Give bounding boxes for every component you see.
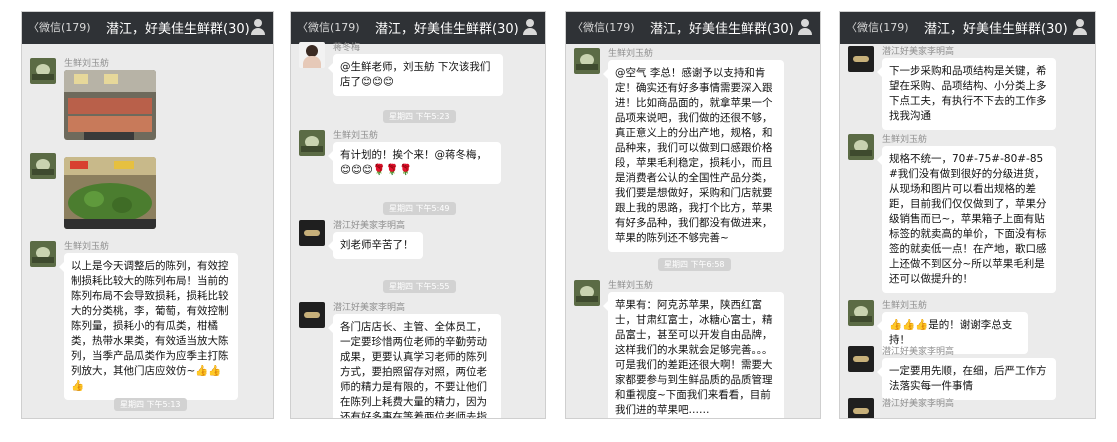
message-text: @空气 李总！感谢予以支持和肯定！确实还有好多事情需要深入跟进！比如商品面的，就… xyxy=(603,60,784,252)
avatar[interactable] xyxy=(848,346,874,372)
sender-name: 潜江好美家李明高 xyxy=(882,47,955,57)
group-members-icon[interactable] xyxy=(523,19,537,35)
message-text: 以上是今天调整后的陈列，有效控制损耗比较大的陈列布局！当前的陈列布局不会导致损耗… xyxy=(59,253,238,400)
sender-name: 生鲜刘玉舫 xyxy=(882,301,928,311)
avatar[interactable] xyxy=(30,58,56,84)
photo-fruit-display[interactable] xyxy=(64,70,156,140)
avatar[interactable] xyxy=(848,134,874,160)
chat-title: 潜江，好美佳生鲜群(30) xyxy=(650,22,794,37)
avatar[interactable] xyxy=(299,42,325,68)
sender-name: 潜江好美家李明高 xyxy=(882,347,955,357)
message-text: 下一步采购和品项结构是关键，希望在采购、品项结构、小分类上多下点工夫，有执行不下… xyxy=(877,58,1056,130)
sender-name: 蒋冬梅 xyxy=(333,43,361,53)
sender-name: 生鲜刘玉舫 xyxy=(608,49,654,59)
message: 潜江好美家李明高 xyxy=(848,398,1092,418)
fruit-display-photo xyxy=(64,70,156,140)
nav-bar: 〈微信(179) 潜江，好美佳生鲜群(30) xyxy=(22,12,273,44)
back-button[interactable]: 〈微信(179) xyxy=(28,19,91,35)
chat-title: 潜江，好美佳生鲜群(30) xyxy=(106,22,250,37)
message-text: @生鲜老师，刘玉舫 下次该我们店了😊😊😊 xyxy=(328,54,503,96)
message: 生鲜刘玉舫 有计划的！挨个来！@蒋冬梅，😊😊😊🌹🌹🌹 xyxy=(299,130,541,200)
timestamp: 星期四 下午5:49 xyxy=(383,202,456,215)
message: 潜江好美家李明高 各门店店长、主管、全体员工，一定要珍惜两位老师的辛勤劳动成果，… xyxy=(299,302,541,418)
chat-title: 潜江，好美佳生鲜群(30) xyxy=(924,22,1068,37)
sender-name: 生鲜刘玉舫 xyxy=(64,242,110,252)
avatar[interactable] xyxy=(299,130,325,156)
avatar[interactable] xyxy=(848,46,874,72)
message-text: 苹果有：阿克苏苹果，陕西红富士，甘肃红富士，冰糖心富士，精品富士，甚至可以开发自… xyxy=(603,292,784,418)
sender-name: 潜江好美家李明高 xyxy=(333,221,406,231)
message: 生鲜刘玉舫 xyxy=(30,58,270,153)
avatar[interactable] xyxy=(30,241,56,267)
sender-name: 生鲜刘玉舫 xyxy=(64,59,110,69)
avatar[interactable] xyxy=(848,398,874,418)
watermelon-display-photo xyxy=(64,157,156,229)
chat-screenshot-1: 〈微信(179) 潜江，好美佳生鲜群(30) 生鲜刘玉舫 生鲜刘玉舫 以上是今天… xyxy=(22,12,273,418)
nav-bar: 〈微信(179) 潜江，好美佳生鲜群(30) xyxy=(291,12,545,44)
back-button[interactable]: 〈微信(179) xyxy=(297,19,360,35)
back-button[interactable]: 〈微信(179) xyxy=(572,19,635,35)
message-text: 有计划的！挨个来！@蒋冬梅，😊😊😊🌹🌹🌹 xyxy=(328,142,501,184)
sender-name: 生鲜刘玉舫 xyxy=(882,135,928,145)
chat-title: 潜江，好美佳生鲜群(30) xyxy=(375,22,519,37)
group-members-icon[interactable] xyxy=(251,19,265,35)
message: 蒋冬梅 @生鲜老师，刘玉舫 下次该我们店了😊😊😊 xyxy=(299,42,541,106)
avatar[interactable] xyxy=(848,300,874,326)
sender-name: 潜江好美家李明高 xyxy=(882,399,955,409)
message xyxy=(30,153,270,241)
message-text: 各门店店长、主管、全体员工，一定要珍惜两位老师的辛勤劳动成果，更要认真学习老师的… xyxy=(328,314,501,418)
message: 生鲜刘玉舫 @空气 李总！感谢予以支持和肯定！确实还有好多事情需要深入跟进！比如… xyxy=(574,48,816,258)
message: 潜江好美家李明高 刘老师辛苦了！ xyxy=(299,220,541,272)
message: 潜江好美家李明高 一定要用先顺，在细，后严工作方法落实每一件事情 xyxy=(848,346,1092,400)
message: 潜江好美家李明高 下一步采购和品项结构是关键，希望在采购、品项结构、小分类上多下… xyxy=(848,46,1092,130)
timestamp: 星期四 下午5:23 xyxy=(383,110,456,123)
timestamp: 星期四 下午6:58 xyxy=(658,258,731,271)
chat-screenshot-2: 〈微信(179) 潜江，好美佳生鲜群(30) 蒋冬梅 @生鲜老师，刘玉舫 下次该… xyxy=(291,12,545,418)
chat-screenshot-3: 〈微信(179) 潜江，好美佳生鲜群(30) 生鲜刘玉舫 @空气 李总！感谢予以… xyxy=(566,12,820,418)
message: 生鲜刘玉舫 👍👍👍是的！谢谢李总支持！ xyxy=(848,300,1092,354)
avatar[interactable] xyxy=(299,220,325,246)
timestamp: 星期四 下午5:13 xyxy=(114,398,187,411)
message-text: 规格不统一，70#-75#-80#-85#我们没有做到很好的分级进货，从现场和图… xyxy=(877,146,1056,293)
avatar[interactable] xyxy=(574,280,600,306)
timestamp: 星期四 下午5:55 xyxy=(383,280,456,293)
back-button[interactable]: 〈微信(179) xyxy=(846,19,909,35)
nav-bar: 〈微信(179) 潜江，好美佳生鲜群(30) xyxy=(840,12,1095,44)
sender-name: 生鲜刘玉舫 xyxy=(608,281,654,291)
message: 生鲜刘玉舫 规格不统一，70#-75#-80#-85#我们没有做到很好的分级进货… xyxy=(848,134,1092,294)
message-text: 一定要用先顺，在细，后严工作方法落实每一件事情 xyxy=(877,358,1056,400)
sender-name: 潜江好美家李明高 xyxy=(333,303,406,313)
group-members-icon[interactable] xyxy=(1073,19,1087,35)
avatar[interactable] xyxy=(299,302,325,328)
avatar[interactable] xyxy=(30,153,56,179)
nav-bar: 〈微信(179) 潜江，好美佳生鲜群(30) xyxy=(566,12,820,44)
message: 生鲜刘玉舫 以上是今天调整后的陈列，有效控制损耗比较大的陈列布局！当前的陈列布局… xyxy=(30,241,270,401)
group-members-icon[interactable] xyxy=(798,19,812,35)
chat-screenshot-4: 〈微信(179) 潜江，好美佳生鲜群(30) 潜江好美家李明高 下一步采购和品项… xyxy=(840,12,1095,418)
photo-watermelon-display[interactable] xyxy=(64,157,156,229)
avatar[interactable] xyxy=(574,48,600,74)
sender-name: 生鲜刘玉舫 xyxy=(333,131,379,141)
message-text: 刘老师辛苦了！ xyxy=(328,232,423,259)
message: 生鲜刘玉舫 苹果有：阿克苏苹果，陕西红富士，甘肃红富士，冰糖心富士，精品富士，甚… xyxy=(574,280,816,418)
